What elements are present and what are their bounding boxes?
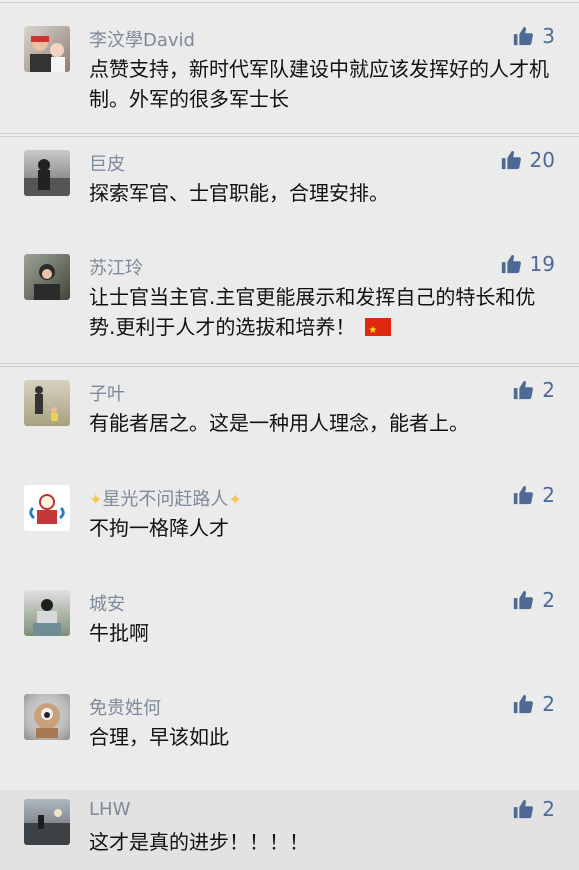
sparkle-icon: ✦ <box>228 490 242 509</box>
thumbs-up-icon <box>501 150 521 170</box>
like-count: 2 <box>542 483 555 507</box>
thumbs-up-icon <box>514 590 534 610</box>
like-count: 2 <box>542 588 555 612</box>
thumbs-up-icon <box>514 26 534 46</box>
person-photo-icon <box>24 159 70 196</box>
commenter-name[interactable]: 城安 <box>89 590 125 616</box>
person-photo-icon <box>35 386 58 421</box>
like-button[interactable]: 2 <box>512 797 555 821</box>
avatar[interactable] <box>24 799 70 845</box>
like-button[interactable]: 3 <box>512 24 555 48</box>
thumbs-up-icon <box>514 799 534 819</box>
comment-text: 合理，早该如此 <box>89 725 229 749</box>
like-count: 2 <box>542 378 555 402</box>
commenter-name[interactable]: 子叶 <box>89 380 125 406</box>
avatar[interactable] <box>24 254 70 300</box>
comment-text: 探索军官、士官职能，合理安排。 <box>89 181 389 205</box>
person-photo-icon <box>33 599 61 636</box>
like-count: 3 <box>542 24 555 48</box>
like-count: 20 <box>529 148 555 172</box>
comment-text: 牛批啊 <box>89 621 149 645</box>
like-count: 19 <box>529 252 555 276</box>
comment-text: 有能者居之。这是一种用人理念，能者上。 <box>89 411 469 435</box>
comment-text: 这才是真的进步！！！！ <box>89 830 309 854</box>
avatar[interactable] <box>24 150 70 196</box>
landscape-photo-icon <box>24 809 70 845</box>
person-photo-icon <box>34 264 60 300</box>
commenter-name[interactable]: 免贵姓何 <box>89 694 161 720</box>
comment-text: 让士官当主官.主官更能展示和发挥自己的特长和优势.更利于人才的选拔和培养！ <box>89 282 559 346</box>
china-flag-icon <box>365 316 392 346</box>
avatar[interactable] <box>24 26 70 72</box>
comment-text-content: 让士官当主官.主官更能展示和发挥自己的特长和优势.更利于人才的选拔和培养！ <box>89 285 536 339</box>
comment-text: 点赞支持，新时代军队建设中就应该发挥好的人才机制。外军的很多军士长 <box>89 57 549 111</box>
bird-photo-icon <box>34 703 60 738</box>
like-button[interactable]: 2 <box>512 588 555 612</box>
like-button[interactable]: 2 <box>512 692 555 716</box>
avatar[interactable] <box>24 380 70 426</box>
like-button[interactable]: 2 <box>512 483 555 507</box>
cartoon-avatar-icon <box>29 494 65 524</box>
thumbs-up-icon <box>514 485 534 505</box>
commenter-name-text: 星光不问赶路人 <box>102 489 229 510</box>
like-button[interactable]: 19 <box>500 252 555 276</box>
commenter-name[interactable]: LHW <box>89 799 130 820</box>
avatar[interactable] <box>24 485 70 531</box>
like-count: 2 <box>542 797 555 821</box>
commenter-name[interactable]: 苏江玲 <box>89 254 143 280</box>
like-button[interactable]: 2 <box>512 378 555 402</box>
commenter-name[interactable]: ✦星光不问赶路人✦ <box>89 485 242 511</box>
avatar[interactable] <box>24 694 70 740</box>
like-button[interactable]: 20 <box>500 148 555 172</box>
thumbs-up-icon <box>514 380 534 400</box>
commenter-name[interactable]: 巨皮 <box>89 150 125 176</box>
commenter-name[interactable]: 李汶學David <box>89 26 195 52</box>
thumbs-up-icon <box>514 694 534 714</box>
like-count: 2 <box>542 692 555 716</box>
sparkle-icon: ✦ <box>89 490 103 509</box>
person-photo-icon <box>30 35 65 72</box>
thumbs-up-icon <box>501 254 521 274</box>
comments-screen: 李汶學David 3 点赞支持，新时代军队建设中就应该发挥好的人才机制。外军的很… <box>0 0 579 870</box>
avatar[interactable] <box>24 590 70 636</box>
comment-text: 不拘一格降人才 <box>89 516 229 540</box>
